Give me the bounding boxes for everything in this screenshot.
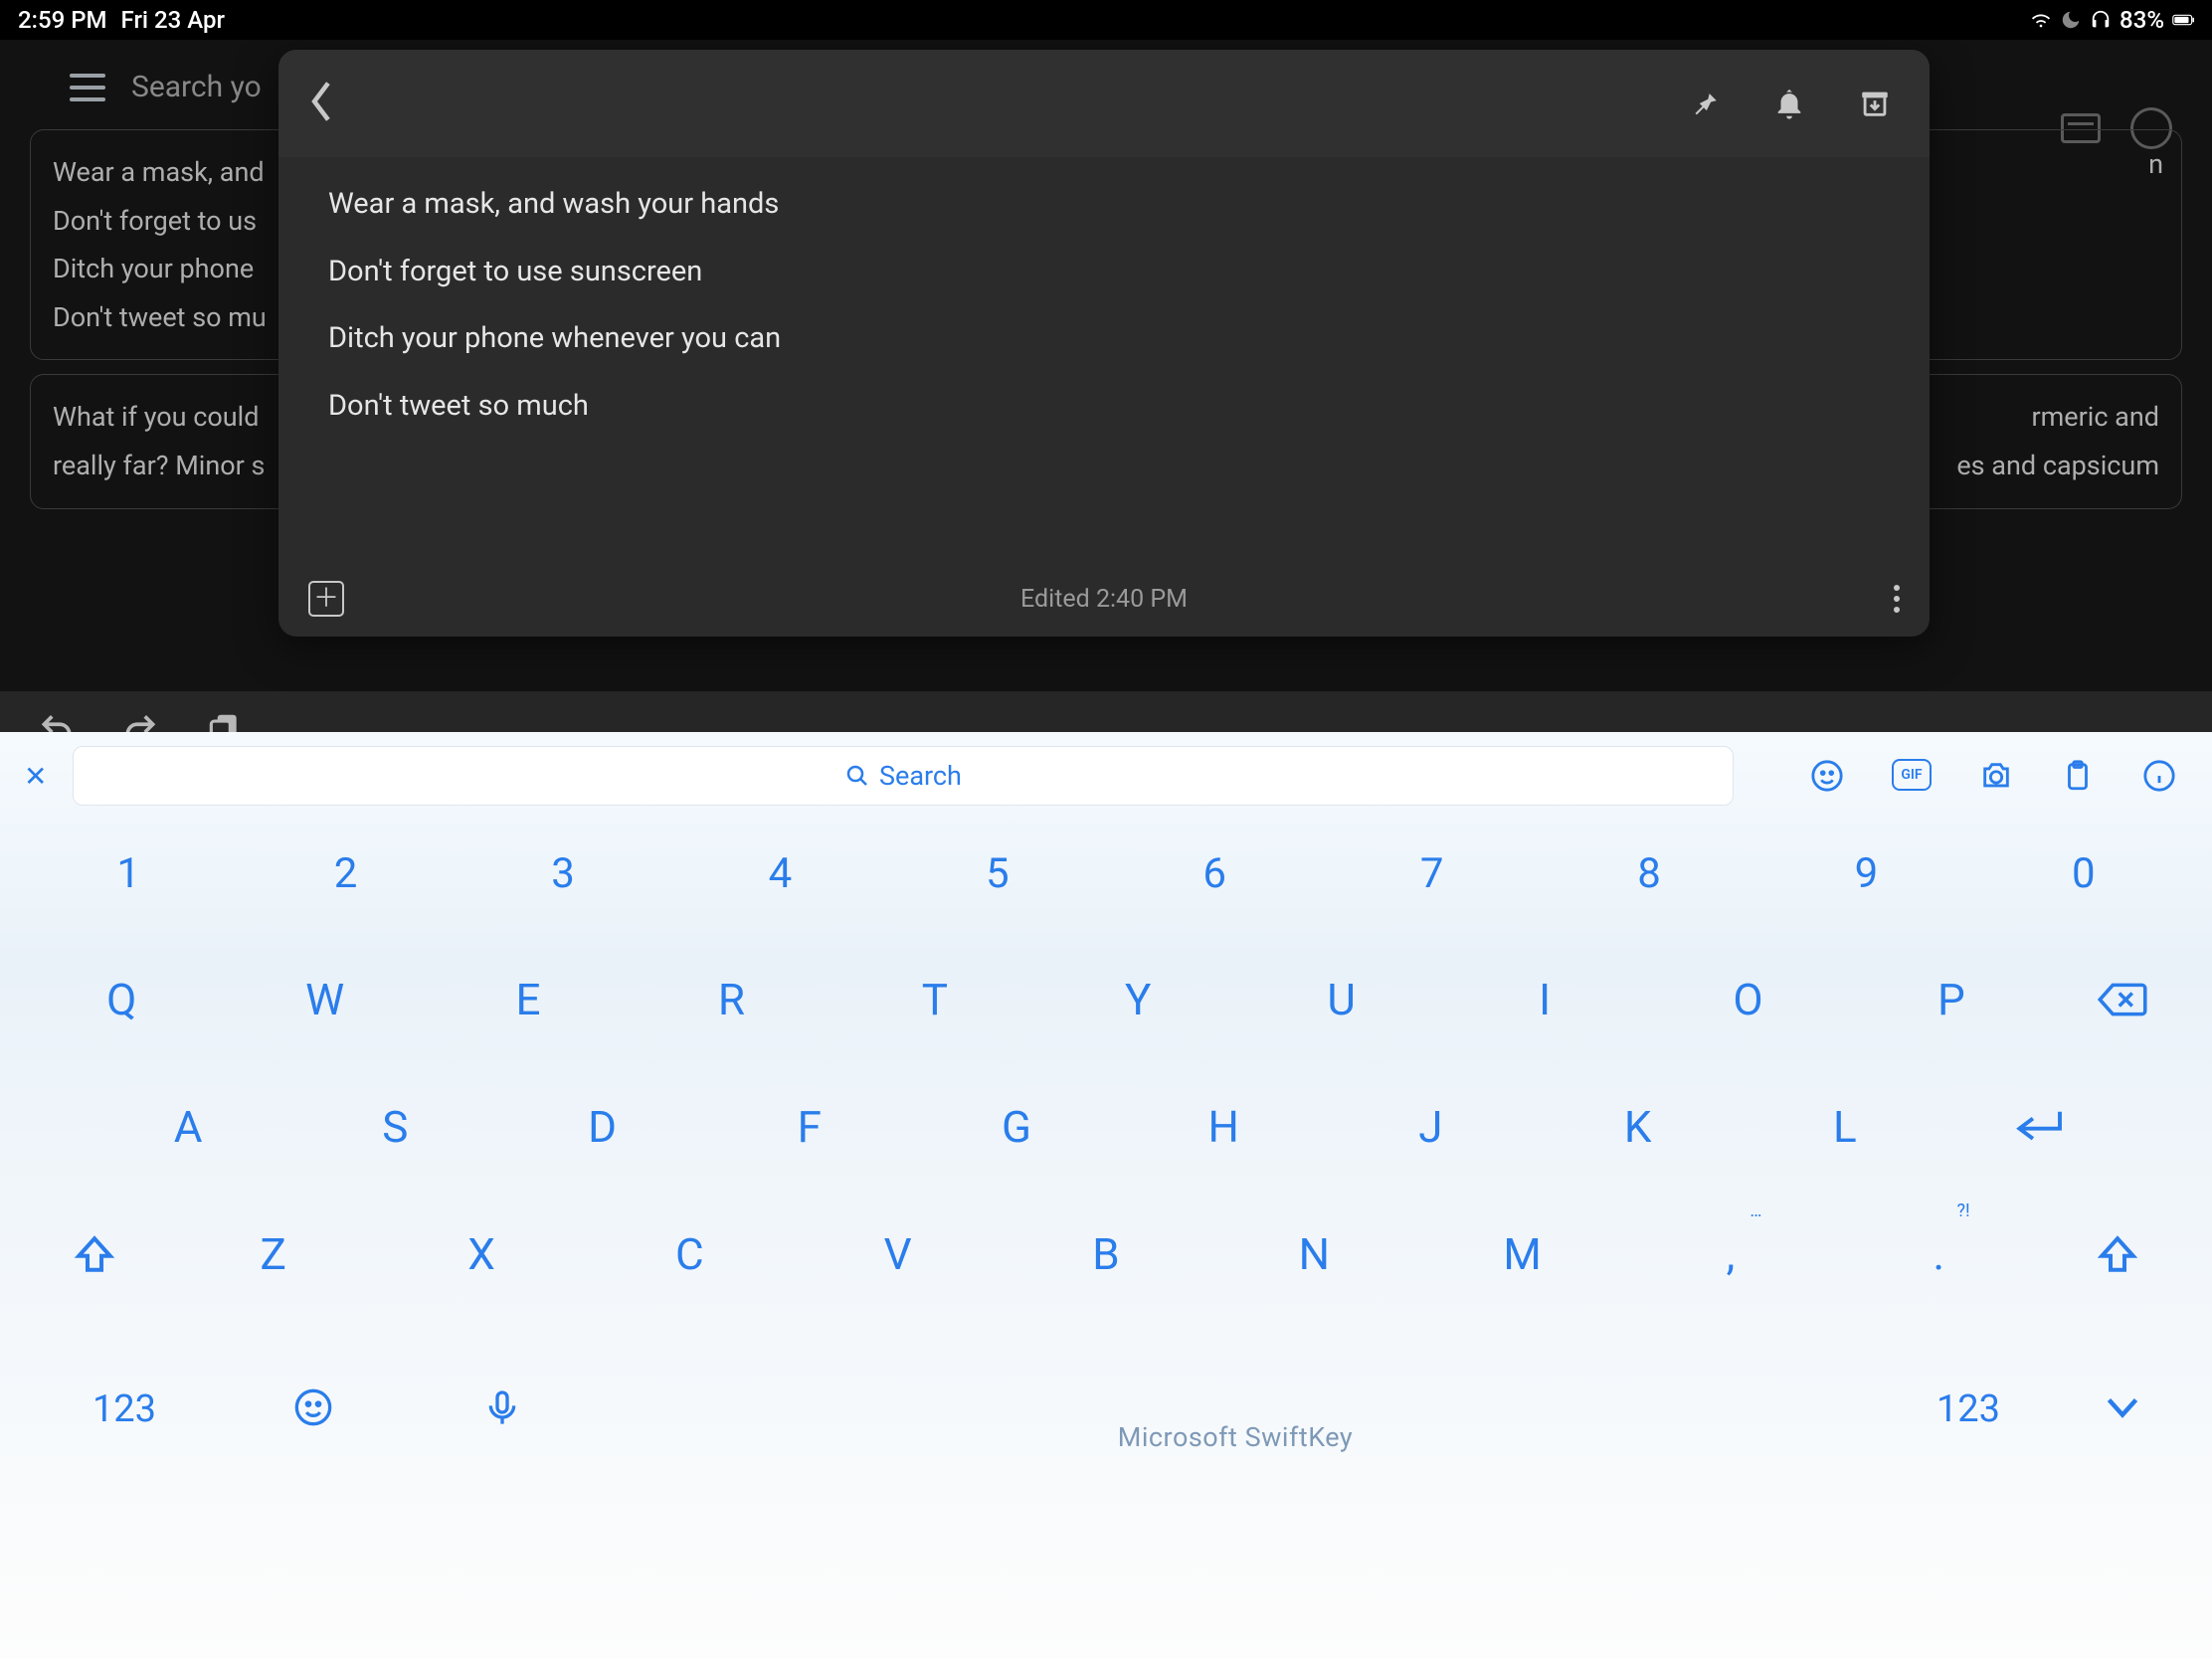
keyboard-emoji-button[interactable] (219, 1387, 408, 1431)
note-line: Wear a mask, and wash your hands (328, 183, 1880, 227)
key-c[interactable]: C (586, 1228, 794, 1280)
menu-icon[interactable] (70, 74, 105, 101)
key-6[interactable]: 6 (1106, 849, 1323, 898)
bg-note-right-fragment: n (2148, 148, 2163, 180)
keyboard-space-bar[interactable]: Microsoft SwiftKey (597, 1393, 1874, 1425)
key-m[interactable]: M (1418, 1228, 1626, 1280)
key-e[interactable]: E (427, 974, 630, 1025)
moon-icon (2060, 9, 2082, 31)
edited-timestamp: Edited 2:40 PM (1020, 585, 1188, 614)
archive-icon[interactable] (1858, 87, 1892, 120)
keyboard-search-label: Search (879, 760, 962, 792)
key-y[interactable]: Y (1036, 974, 1239, 1025)
note-editor-popover: Wear a mask, and wash your hands Don't f… (278, 50, 1930, 637)
status-time: 2:59 PM (18, 6, 107, 34)
keyboard-mic-button[interactable] (408, 1387, 597, 1431)
key-v[interactable]: V (794, 1228, 1002, 1280)
key-q[interactable]: Q (20, 974, 223, 1025)
key-o[interactable]: O (1646, 974, 1849, 1025)
keyboard-row-1: QWERTYUIOP (20, 974, 2192, 1025)
wifi-icon (2030, 9, 2052, 31)
key-i[interactable]: I (1443, 974, 1646, 1025)
keyboard-mode-right[interactable]: 123 (1874, 1387, 2063, 1431)
add-button[interactable]: ＋ (308, 581, 344, 617)
keyboard-row-3: ZXCVBNM,. (20, 1228, 2192, 1280)
key-l[interactable]: L (1742, 1101, 1948, 1153)
search-input[interactable]: Search yo (131, 70, 262, 104)
key-r[interactable]: R (630, 974, 832, 1025)
key-z[interactable]: Z (169, 1228, 377, 1280)
key-b[interactable]: B (1002, 1228, 1209, 1280)
battery-pct: 83% (2120, 6, 2164, 34)
key-g[interactable]: G (913, 1101, 1120, 1153)
key-0[interactable]: 0 (1975, 849, 2192, 898)
backspace-key[interactable] (2053, 974, 2192, 1025)
key-k[interactable]: K (1535, 1101, 1742, 1153)
key-x[interactable]: X (377, 1228, 585, 1280)
shift-key-left[interactable] (20, 1228, 169, 1280)
emoji-icon[interactable] (1810, 759, 1844, 793)
keyboard-search-bar[interactable]: Search (73, 746, 1734, 806)
key-w[interactable]: W (223, 974, 426, 1025)
enter-key[interactable] (1948, 1101, 2127, 1153)
note-body[interactable]: Wear a mask, and wash your hands Don't f… (278, 157, 1930, 561)
keyboard-dismiss-button[interactable] (2063, 1394, 2182, 1424)
search-icon (845, 764, 869, 788)
key-.[interactable]: . (1835, 1228, 2043, 1280)
keyboard-mode-left[interactable]: 123 (30, 1387, 219, 1431)
key-3[interactable]: 3 (455, 849, 671, 898)
pin-icon[interactable] (1687, 87, 1721, 120)
keyboard: ✕ Search GIF 1234567890 QWERTYUIOP ASDFG… (0, 732, 2212, 1659)
key-9[interactable]: 9 (1757, 849, 1974, 898)
keyboard-row-numbers: 1234567890 (20, 849, 2192, 898)
key-d[interactable]: D (498, 1101, 705, 1153)
keyboard-collapse-left[interactable]: ✕ (16, 760, 55, 793)
clipboard-icon[interactable] (2061, 759, 2095, 793)
battery-icon (2172, 9, 2194, 31)
key-s[interactable]: S (291, 1101, 498, 1153)
note-line: Ditch your phone whenever you can (328, 317, 1880, 361)
key-t[interactable]: T (833, 974, 1036, 1025)
status-date: Fri 23 Apr (121, 6, 225, 34)
status-bar: 2:59 PM Fri 23 Apr 83% (0, 0, 2212, 40)
key-8[interactable]: 8 (1541, 849, 1757, 898)
note-line: Don't forget to use sunscreen (328, 251, 1880, 294)
key-5[interactable]: 5 (889, 849, 1106, 898)
note-line: Don't tweet so much (328, 385, 1880, 429)
more-options-icon[interactable] (1894, 585, 1900, 613)
gif-button[interactable]: GIF (1892, 759, 1932, 791)
key-f[interactable]: F (706, 1101, 913, 1153)
status-right-cluster: 83% (2030, 6, 2194, 34)
key-,[interactable]: , (1626, 1228, 1834, 1280)
info-icon[interactable] (2142, 759, 2176, 793)
back-button[interactable] (306, 79, 336, 128)
camera-icon[interactable] (1979, 759, 2013, 793)
key-1[interactable]: 1 (20, 849, 237, 898)
key-p[interactable]: P (1850, 974, 2053, 1025)
key-h[interactable]: H (1120, 1101, 1327, 1153)
key-u[interactable]: U (1239, 974, 1442, 1025)
key-2[interactable]: 2 (237, 849, 454, 898)
headphones-icon (2090, 9, 2112, 31)
keyboard-brand-label: Microsoft SwiftKey (597, 1421, 1874, 1453)
shift-key-right[interactable] (2043, 1228, 2192, 1280)
key-7[interactable]: 7 (1323, 849, 1540, 898)
key-a[interactable]: A (85, 1101, 291, 1153)
key-n[interactable]: N (1210, 1228, 1418, 1280)
key-j[interactable]: J (1327, 1101, 1534, 1153)
key-4[interactable]: 4 (671, 849, 888, 898)
keyboard-row-2: ASDFGHJKL (20, 1101, 2192, 1153)
reminder-icon[interactable] (1772, 87, 1806, 120)
